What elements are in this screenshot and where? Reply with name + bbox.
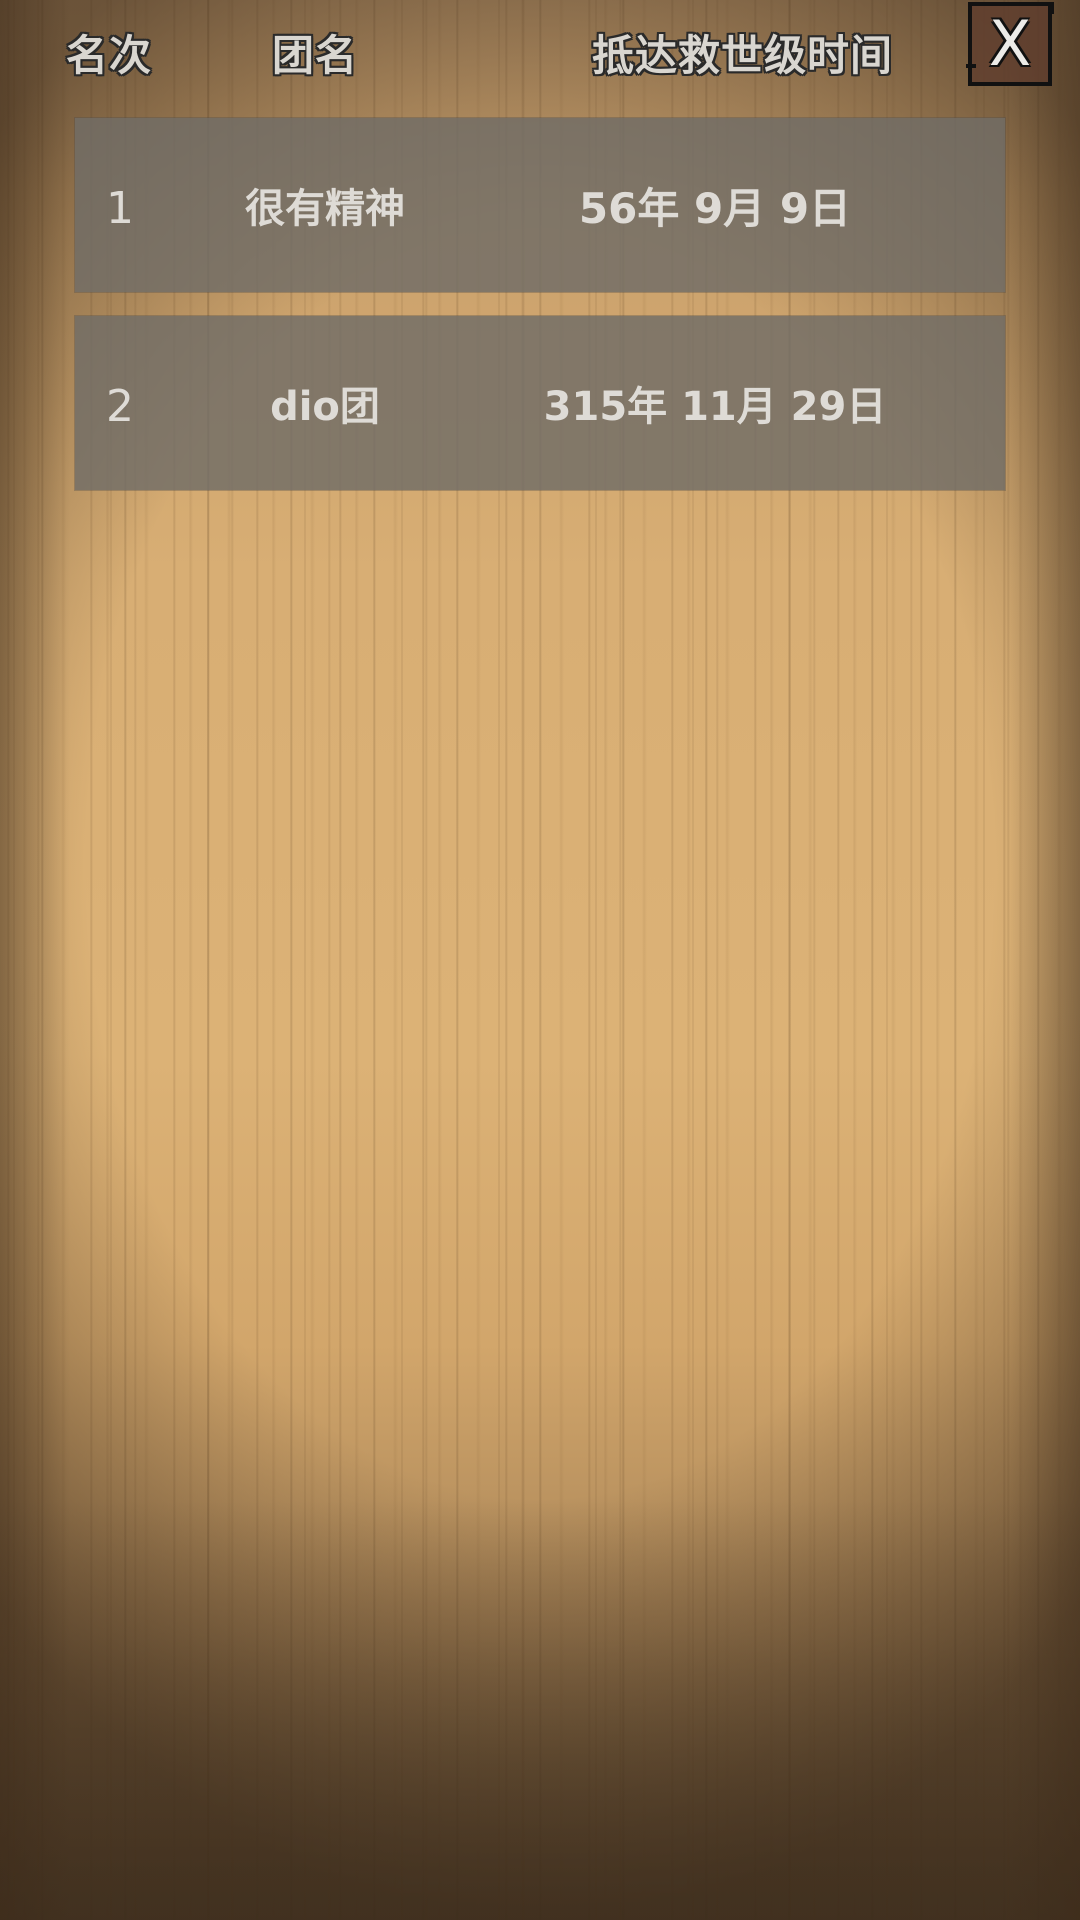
row-arrival-time: 315年 11月 29日 — [543, 384, 887, 430]
rank-column-header: 名次 — [66, 31, 153, 80]
row-arrival-time: 56年 9月 9日 — [578, 183, 852, 233]
row-rank: 2 — [106, 380, 134, 432]
close-button[interactable]: X — [966, 2, 1054, 86]
close-icon: X — [988, 7, 1032, 80]
leaderboard-row[interactable]: 1 很有精神 56年 9月 9日 — [75, 118, 1005, 292]
time-column-header: 抵达救世级时间 — [592, 31, 894, 80]
team-column-header: 团名 — [272, 31, 359, 80]
row-team-name: 很有精神 — [245, 186, 405, 232]
leaderboard-row[interactable]: 2 dio团 315年 11月 29日 — [75, 316, 1005, 490]
row-rank: 1 — [106, 182, 134, 234]
row-team-name: dio团 — [270, 384, 380, 430]
leaderboard-header: 名次 团名 抵达救世级时间 X — [0, 0, 1080, 110]
leaderboard-list: 1 很有精神 56年 9月 9日 2 dio团 315年 11月 29日 — [75, 118, 1005, 514]
